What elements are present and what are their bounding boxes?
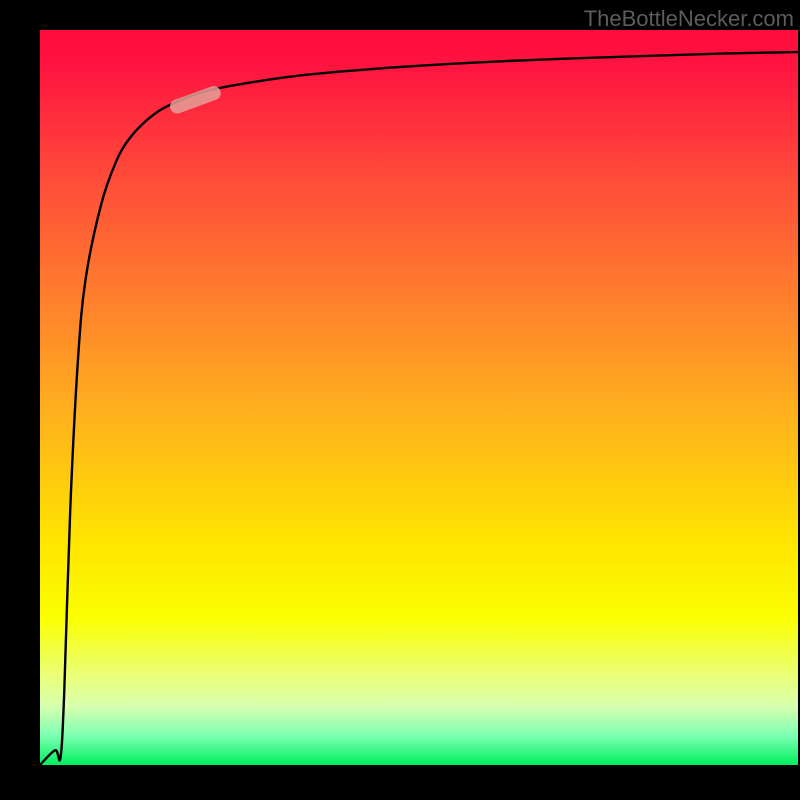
attribution-label: TheBottleNecker.com bbox=[584, 6, 794, 32]
chart-container: TheBottleNecker.com bbox=[0, 0, 800, 800]
plot-area bbox=[40, 30, 798, 765]
curve-marker bbox=[168, 84, 223, 115]
bottleneck-curve bbox=[40, 52, 798, 765]
plot-svg bbox=[40, 30, 798, 765]
